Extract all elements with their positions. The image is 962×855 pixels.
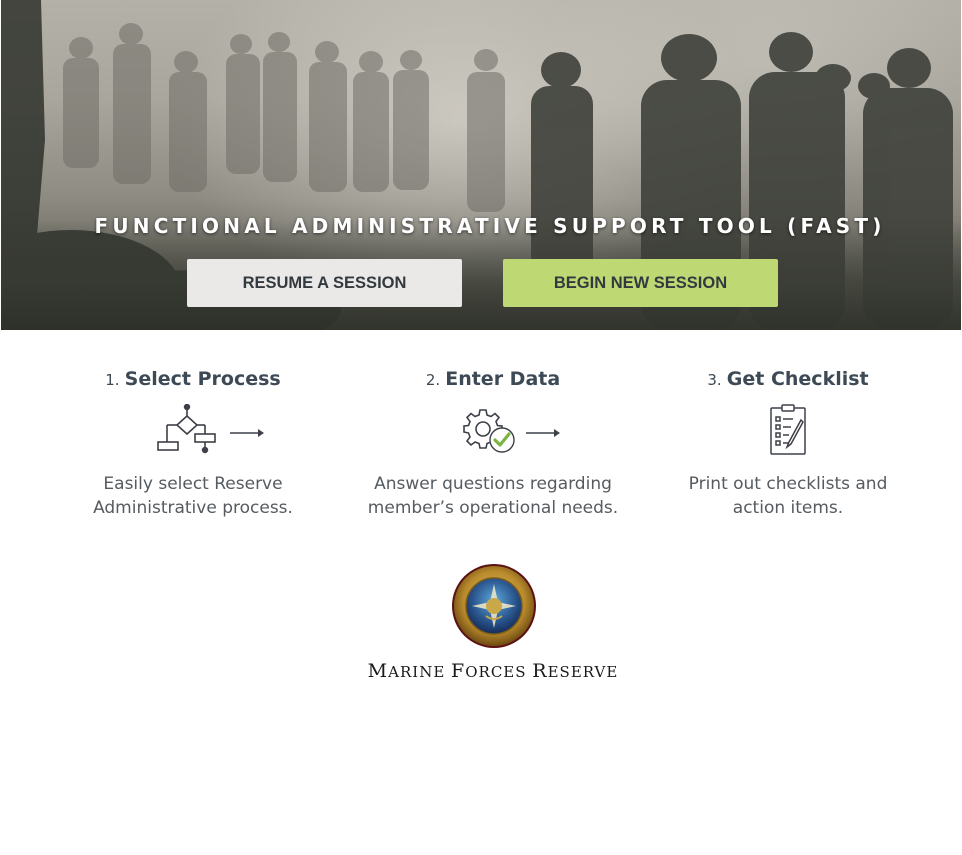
resume-session-button[interactable]: RESUME A SESSION [187, 259, 462, 307]
step-name: Get Checklist [726, 368, 869, 390]
step-title: 2. Enter Data [348, 364, 638, 394]
step-name: Select Process [124, 368, 281, 390]
step-enter-data: 2. Enter Data Answer questions regarding… [348, 364, 638, 518]
step-select-process: 1. Select Process Easily select Reserve … [48, 364, 338, 518]
step-get-checklist: 3. Get Checklist Print out checklists an… [643, 364, 933, 518]
flowchart-icon [157, 404, 264, 454]
begin-new-session-button[interactable]: BEGIN NEW SESSION [503, 259, 778, 307]
step-number: 1. [105, 371, 120, 389]
step-description: Easily select Reserve Administrative pro… [93, 474, 293, 518]
step-number: 2. [425, 371, 441, 389]
marforres-seal-icon [452, 564, 536, 648]
hero-banner: FUNCTIONAL ADMINISTRATIVE SUPPORT TOOL (… [1, 0, 961, 330]
org-name: MARINE FORCES RESERVE [367, 660, 619, 682]
clipboard-checklist-icon [770, 404, 806, 455]
step-title: 3. Get Checklist [643, 364, 933, 394]
step-name: Enter Data [445, 368, 561, 390]
step-number: 3. [707, 371, 722, 389]
step-title: 1. Select Process [48, 364, 338, 394]
step-description: Answer questions regarding member’s oper… [367, 474, 619, 518]
page-title: FUNCTIONAL ADMINISTRATIVE SUPPORT TOOL (… [94, 214, 886, 238]
gear-check-icon [463, 409, 560, 453]
step-description: Print out checklists and action items. [688, 474, 888, 518]
